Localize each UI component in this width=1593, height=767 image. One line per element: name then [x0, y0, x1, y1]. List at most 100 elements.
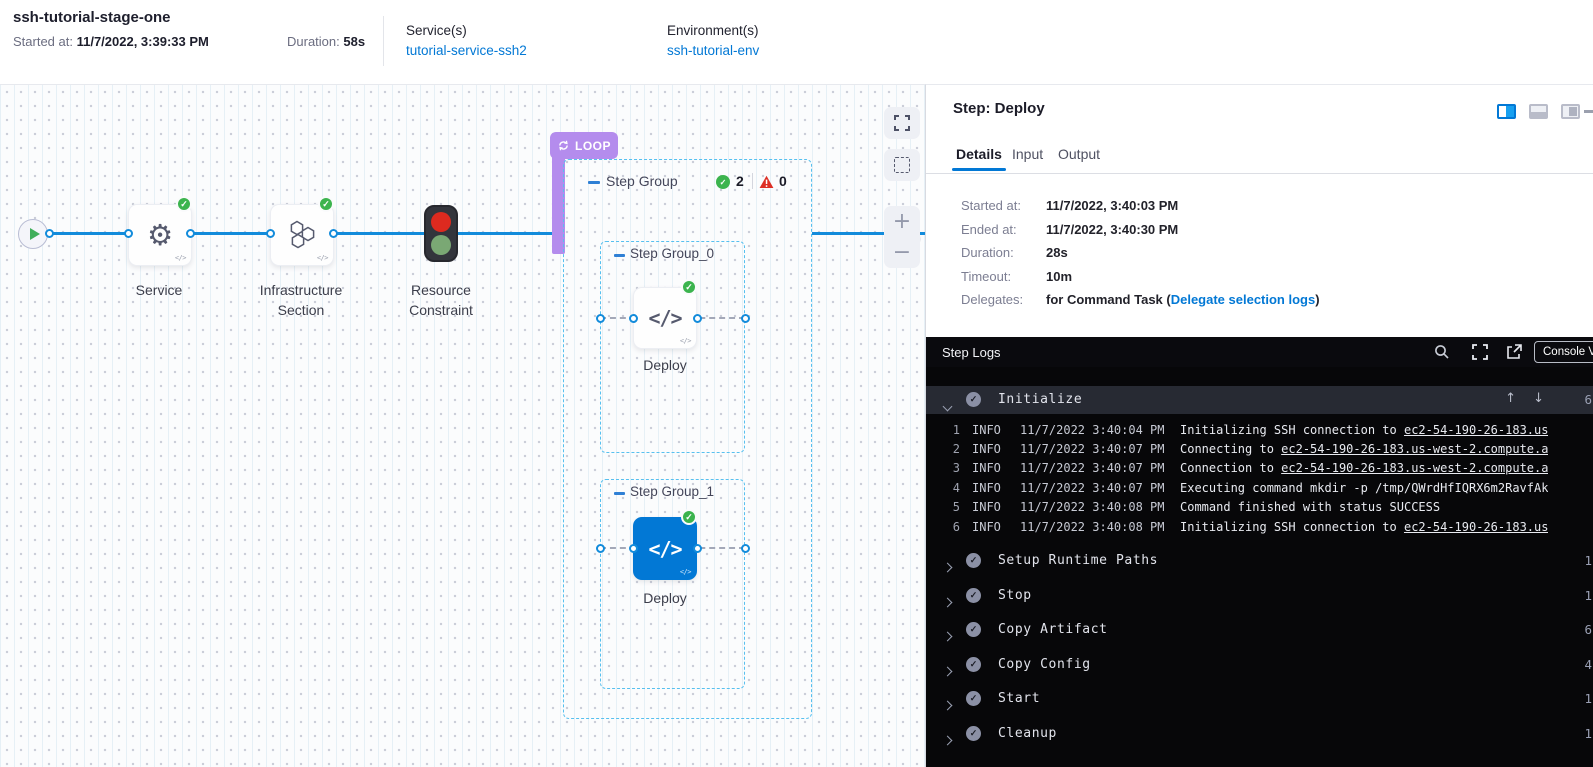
success-badge: ✓: [681, 279, 697, 295]
stage-title: ssh-tutorial-stage-one: [13, 9, 171, 26]
search-icon[interactable]: [1434, 344, 1450, 360]
log-section-name: Stop: [998, 588, 1032, 603]
log-line-number: 5: [944, 500, 960, 514]
log-section-row[interactable]: ✓ Stop 1: [926, 578, 1593, 613]
log-host-link[interactable]: ec2-54-190-26-183.us-west-2.compute.a: [1281, 442, 1548, 456]
log-section-count: 1: [1584, 726, 1592, 741]
layout-split-icon[interactable]: [1561, 104, 1580, 119]
traffic-red-light: [431, 212, 451, 232]
node-label: Infrastructure Section: [241, 281, 361, 320]
log-host-link[interactable]: ec2-54-190-26-183.us-west-2.compute.a: [1281, 461, 1548, 475]
step-logs-bar: Step Logs Console View: [926, 337, 1593, 367]
log-section-name: Start: [998, 691, 1040, 706]
detail-label: Started at:: [961, 198, 1021, 213]
log-section-row[interactable]: ✓ Cleanup 1: [926, 716, 1593, 751]
log-message: Executing command mkdir -p /tmp/QWrdHfIQ…: [1180, 481, 1548, 495]
log-section-row[interactable]: ✓ Setup Runtime Paths 1: [926, 543, 1593, 578]
log-line: 1 INFO 11/7/2022 3:40:04 PM Initializing…: [926, 420, 1593, 439]
log-section-count: 6: [1584, 622, 1592, 637]
log-message: Connecting to ec2-54-190-26-183.us-west-…: [1180, 442, 1548, 456]
detail-row: Duration: 28s: [926, 242, 1593, 266]
log-level: INFO: [972, 500, 1010, 514]
marquee-select-icon: [894, 157, 910, 173]
detail-row: Started at: 11/7/2022, 3:40:03 PM: [926, 195, 1593, 219]
gear-icon: ⚙: [147, 221, 173, 250]
infrastructure-node[interactable]: </>: [270, 204, 334, 266]
code-icon: </>: [648, 537, 681, 561]
log-level: INFO: [972, 423, 1010, 437]
detail-row: Timeout: 10m: [926, 266, 1593, 290]
log-message: Command finished with status SUCCESS: [1180, 500, 1440, 514]
deploy-step-node-1-selected[interactable]: </> </>: [633, 517, 697, 580]
detail-label: Ended at:: [961, 222, 1017, 237]
tab-details[interactable]: Details: [956, 146, 1002, 162]
canvas-select-button[interactable]: [884, 149, 920, 181]
deploy-step-node-0[interactable]: </> </>: [633, 287, 697, 349]
stage-header: ssh-tutorial-stage-one Started at: 11/7/…: [0, 0, 1593, 84]
check-circle-icon: ✓: [966, 691, 981, 706]
service-link[interactable]: tutorial-service-ssh2: [406, 43, 527, 58]
zoom-out-icon[interactable]: −: [893, 242, 911, 264]
detail-value: for Command Task (Delegate selection log…: [1046, 292, 1320, 307]
expand-fullscreen-icon[interactable]: [1472, 344, 1488, 360]
loop-icon: [557, 140, 570, 151]
pipeline-start-node[interactable]: [18, 219, 48, 249]
check-circle-icon: ✓: [966, 553, 981, 568]
tab-input[interactable]: Input: [1012, 146, 1043, 162]
delegate-selection-logs-link[interactable]: Delegate selection logs: [1171, 292, 1316, 307]
port: [693, 544, 702, 553]
log-section-count: 1: [1584, 588, 1592, 603]
log-timestamp: 11/7/2022 3:40:08 PM: [1020, 500, 1168, 514]
log-level: INFO: [972, 481, 1010, 495]
log-section-row[interactable]: ✓ Copy Config 4: [926, 647, 1593, 682]
stage-started-at: Started at: 11/7/2022, 3:39:33 PM: [13, 34, 209, 49]
node-label: Service: [99, 281, 219, 301]
log-host-link[interactable]: ec2-54-190-26-183.us: [1404, 423, 1549, 437]
log-line-number: 3: [944, 461, 960, 475]
code-icon: </>: [680, 337, 691, 345]
node-label: Deploy: [605, 589, 725, 609]
service-node[interactable]: ⚙ </>: [128, 204, 192, 266]
log-level: INFO: [972, 461, 1010, 475]
log-section-initialize[interactable]: ✓ Initialize ↑ ↓ 6: [926, 386, 1593, 414]
log-section-row[interactable]: ✓ Copy Artifact 6: [926, 612, 1593, 647]
layout-bottom-icon[interactable]: [1529, 104, 1548, 119]
check-circle-icon: ✓: [966, 588, 981, 603]
port: [596, 314, 605, 323]
scroll-bottom-icon[interactable]: ↓: [1533, 391, 1544, 406]
code-icon: </>: [317, 254, 328, 262]
canvas-fullscreen-button[interactable]: [884, 107, 920, 139]
play-icon: [30, 228, 40, 240]
detail-row: Delegates: for Command Task (Delegate se…: [926, 289, 1593, 313]
open-external-icon[interactable]: [1506, 344, 1522, 360]
log-host-link[interactable]: ec2-54-190-26-183.us: [1404, 520, 1549, 534]
success-badge: ✓: [176, 196, 192, 212]
resource-constraint-node[interactable]: [424, 205, 458, 262]
scroll-top-icon[interactable]: ↑: [1505, 391, 1516, 406]
tab-output[interactable]: Output: [1058, 146, 1100, 162]
fullscreen-icon: [894, 115, 910, 131]
layout-right-active-icon[interactable]: [1497, 104, 1516, 119]
details-list: Started at: 11/7/2022, 3:40:03 PM Ended …: [926, 195, 1593, 313]
log-line: 6 INFO 11/7/2022 3:40:08 PM Initializing…: [926, 517, 1593, 536]
minimize-icon[interactable]: [1584, 110, 1593, 113]
console-view-toggle[interactable]: Console View: [1534, 341, 1593, 363]
detail-row: Ended at: 11/7/2022, 3:40:30 PM: [926, 219, 1593, 243]
port: [693, 314, 702, 323]
log-line-number: 1: [944, 423, 960, 437]
chevron-right-icon: [944, 694, 951, 713]
log-section-count: 1: [1584, 691, 1592, 706]
chevron-down-icon: [944, 395, 951, 414]
zoom-in-icon[interactable]: +: [893, 211, 911, 233]
environment-link[interactable]: ssh-tutorial-env: [667, 43, 759, 58]
log-line: 5 INFO 11/7/2022 3:40:08 PM Command fini…: [926, 498, 1593, 517]
log-message: Connection to ec2-54-190-26-183.us-west-…: [1180, 461, 1548, 475]
log-section-name: Copy Config: [998, 657, 1091, 672]
chevron-right-icon: [944, 591, 951, 610]
log-message: Initializing SSH connection to ec2-54-19…: [1180, 520, 1548, 534]
detail-value: 11/7/2022, 3:40:30 PM: [1046, 222, 1178, 237]
log-section-row[interactable]: ✓ Start 1: [926, 681, 1593, 716]
pipeline-canvas[interactable]: ⚙ </> ✓ Service </> ✓ Infrastructure Sec…: [0, 84, 925, 767]
panel-title: Step: Deploy: [953, 100, 1045, 117]
port: [629, 314, 638, 323]
